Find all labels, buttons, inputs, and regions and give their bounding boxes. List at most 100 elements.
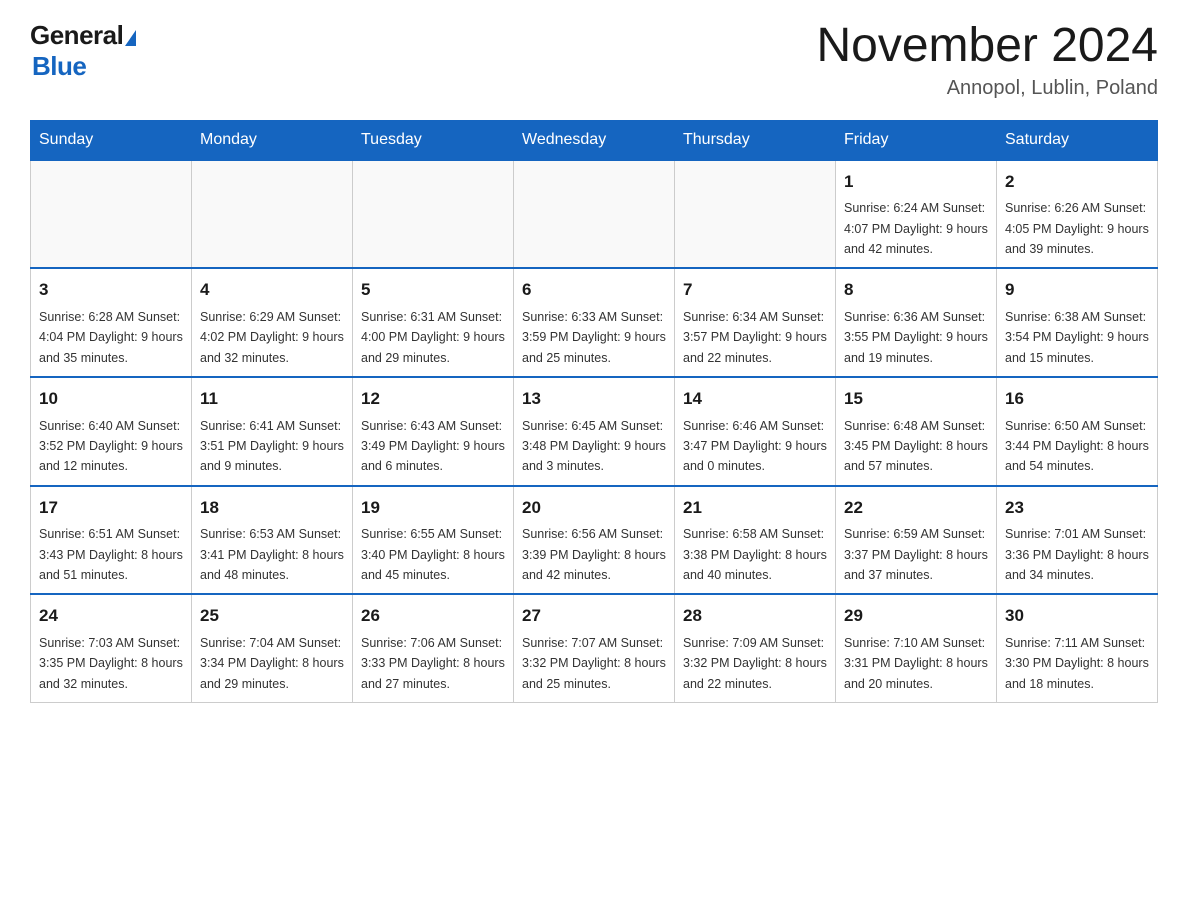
calendar-cell: 11 Sunrise: 6:41 AM Sunset: 3:51 PM Dayli…	[192, 377, 353, 486]
calendar-week-row: 17 Sunrise: 6:51 AM Sunset: 3:43 PM Dayli…	[31, 486, 1158, 595]
day-number: 2	[1005, 169, 1149, 195]
calendar-cell: 4 Sunrise: 6:29 AM Sunset: 4:02 PM Daylig…	[192, 268, 353, 377]
day-info: Sunrise: 6:38 AM Sunset: 3:54 PM Dayligh…	[1005, 310, 1149, 365]
weekday-header-wednesday: Wednesday	[514, 120, 675, 160]
day-number: 13	[522, 386, 666, 412]
calendar-cell: 8Sunrise: 6:36 AM Sunset: 3:55 PM Daylig…	[836, 268, 997, 377]
calendar-cell: 2Sunrise: 6:26 AM Sunset: 4:05 PM Daylig…	[997, 160, 1158, 269]
calendar-week-row: 10Sunrise: 6:40 AM Sunset: 3:52 PM Dayli…	[31, 377, 1158, 486]
day-info: Sunrise: 6:56 AM Sunset: 3:39 PM Dayligh…	[522, 527, 666, 582]
day-number: 20	[522, 495, 666, 521]
calendar-cell: 22Sunrise: 6:59 AM Sunset: 3:37 PM Dayli…	[836, 486, 997, 595]
logo-blue-text: Blue	[32, 51, 86, 82]
calendar-cell: 28 Sunrise: 7:09 AM Sunset: 3:32 PM Dayli…	[675, 594, 836, 702]
day-info: Sunrise: 7:03 AM Sunset: 3:35 PM Dayligh…	[39, 636, 183, 691]
calendar-cell: 19 Sunrise: 6:55 AM Sunset: 3:40 PM Dayli…	[353, 486, 514, 595]
day-number: 18	[200, 495, 344, 521]
title-block: November 2024 Annopol, Lublin, Poland	[816, 20, 1158, 100]
day-number: 4	[200, 277, 344, 303]
day-number: 23	[1005, 495, 1149, 521]
day-info: Sunrise: 7:09 AM Sunset: 3:32 PM Dayligh…	[683, 636, 827, 691]
logo: General Blue	[30, 20, 136, 82]
day-number: 24	[39, 603, 183, 629]
day-info: Sunrise: 6:28 AM Sunset: 4:04 PM Dayligh…	[39, 310, 183, 365]
calendar-week-row: 24 Sunrise: 7:03 AM Sunset: 3:35 PM Dayli…	[31, 594, 1158, 702]
day-info: Sunrise: 7:11 AM Sunset: 3:30 PM Dayligh…	[1005, 636, 1149, 691]
day-info: Sunrise: 6:41 AM Sunset: 3:51 PM Dayligh…	[200, 419, 344, 474]
calendar-cell: 3 Sunrise: 6:28 AM Sunset: 4:04 PM Daylig…	[31, 268, 192, 377]
calendar-cell: 7 Sunrise: 6:34 AM Sunset: 3:57 PM Daylig…	[675, 268, 836, 377]
day-info: Sunrise: 6:29 AM Sunset: 4:02 PM Dayligh…	[200, 310, 344, 365]
day-info: Sunrise: 6:33 AM Sunset: 3:59 PM Dayligh…	[522, 310, 666, 365]
calendar-cell: 12Sunrise: 6:43 AM Sunset: 3:49 PM Dayli…	[353, 377, 514, 486]
weekday-header-monday: Monday	[192, 120, 353, 160]
calendar-cell	[514, 160, 675, 269]
calendar-cell: 1Sunrise: 6:24 AM Sunset: 4:07 PM Daylig…	[836, 160, 997, 269]
weekday-header-saturday: Saturday	[997, 120, 1158, 160]
day-info: Sunrise: 6:58 AM Sunset: 3:38 PM Dayligh…	[683, 527, 827, 582]
day-info: Sunrise: 7:01 AM Sunset: 3:36 PM Dayligh…	[1005, 527, 1149, 582]
day-number: 27	[522, 603, 666, 629]
calendar-cell: 15 Sunrise: 6:48 AM Sunset: 3:45 PM Dayli…	[836, 377, 997, 486]
calendar-cell: 25 Sunrise: 7:04 AM Sunset: 3:34 PM Dayli…	[192, 594, 353, 702]
day-number: 17	[39, 495, 183, 521]
calendar-cell: 18 Sunrise: 6:53 AM Sunset: 3:41 PM Dayli…	[192, 486, 353, 595]
calendar-cell: 6 Sunrise: 6:33 AM Sunset: 3:59 PM Daylig…	[514, 268, 675, 377]
day-info: Sunrise: 6:34 AM Sunset: 3:57 PM Dayligh…	[683, 310, 827, 365]
day-number: 16	[1005, 386, 1149, 412]
day-info: Sunrise: 6:45 AM Sunset: 3:48 PM Dayligh…	[522, 419, 666, 474]
day-info: Sunrise: 6:55 AM Sunset: 3:40 PM Dayligh…	[361, 527, 505, 582]
day-number: 19	[361, 495, 505, 521]
day-number: 10	[39, 386, 183, 412]
calendar-table: SundayMondayTuesdayWednesdayThursdayFrid…	[30, 120, 1158, 703]
day-info: Sunrise: 7:07 AM Sunset: 3:32 PM Dayligh…	[522, 636, 666, 691]
calendar-cell: 17 Sunrise: 6:51 AM Sunset: 3:43 PM Dayli…	[31, 486, 192, 595]
day-info: Sunrise: 6:53 AM Sunset: 3:41 PM Dayligh…	[200, 527, 344, 582]
day-number: 28	[683, 603, 827, 629]
calendar-title: November 2024	[816, 20, 1158, 73]
day-number: 8	[844, 277, 988, 303]
weekday-header-sunday: Sunday	[31, 120, 192, 160]
calendar-cell: 27 Sunrise: 7:07 AM Sunset: 3:32 PM Dayli…	[514, 594, 675, 702]
calendar-subtitle: Annopol, Lublin, Poland	[816, 77, 1158, 100]
calendar-cell: 26Sunrise: 7:06 AM Sunset: 3:33 PM Dayli…	[353, 594, 514, 702]
day-number: 14	[683, 386, 827, 412]
day-number: 30	[1005, 603, 1149, 629]
calendar-cell: 16 Sunrise: 6:50 AM Sunset: 3:44 PM Dayli…	[997, 377, 1158, 486]
page-header: General Blue November 2024 Annopol, Lubl…	[30, 20, 1158, 100]
day-info: Sunrise: 7:10 AM Sunset: 3:31 PM Dayligh…	[844, 636, 988, 691]
day-number: 3	[39, 277, 183, 303]
day-info: Sunrise: 6:51 AM Sunset: 3:43 PM Dayligh…	[39, 527, 183, 582]
day-number: 25	[200, 603, 344, 629]
day-number: 29	[844, 603, 988, 629]
calendar-cell: 24 Sunrise: 7:03 AM Sunset: 3:35 PM Dayli…	[31, 594, 192, 702]
day-info: Sunrise: 6:50 AM Sunset: 3:44 PM Dayligh…	[1005, 419, 1149, 474]
weekday-header-friday: Friday	[836, 120, 997, 160]
calendar-cell	[31, 160, 192, 269]
day-info: Sunrise: 7:06 AM Sunset: 3:33 PM Dayligh…	[361, 636, 505, 691]
day-number: 21	[683, 495, 827, 521]
calendar-cell: 13 Sunrise: 6:45 AM Sunset: 3:48 PM Dayli…	[514, 377, 675, 486]
calendar-cell	[353, 160, 514, 269]
calendar-cell: 9Sunrise: 6:38 AM Sunset: 3:54 PM Daylig…	[997, 268, 1158, 377]
day-info: Sunrise: 6:48 AM Sunset: 3:45 PM Dayligh…	[844, 419, 988, 474]
day-number: 5	[361, 277, 505, 303]
weekday-header-thursday: Thursday	[675, 120, 836, 160]
day-info: Sunrise: 7:04 AM Sunset: 3:34 PM Dayligh…	[200, 636, 344, 691]
calendar-cell: 20 Sunrise: 6:56 AM Sunset: 3:39 PM Dayli…	[514, 486, 675, 595]
calendar-cell: 30 Sunrise: 7:11 AM Sunset: 3:30 PM Dayli…	[997, 594, 1158, 702]
calendar-cell: 23 Sunrise: 7:01 AM Sunset: 3:36 PM Dayli…	[997, 486, 1158, 595]
day-number: 11	[200, 386, 344, 412]
calendar-cell: 5 Sunrise: 6:31 AM Sunset: 4:00 PM Daylig…	[353, 268, 514, 377]
day-info: Sunrise: 6:46 AM Sunset: 3:47 PM Dayligh…	[683, 419, 827, 474]
day-info: Sunrise: 6:24 AM Sunset: 4:07 PM Dayligh…	[844, 201, 988, 256]
weekday-header-row: SundayMondayTuesdayWednesdayThursdayFrid…	[31, 120, 1158, 160]
day-number: 7	[683, 277, 827, 303]
calendar-cell	[675, 160, 836, 269]
day-info: Sunrise: 6:31 AM Sunset: 4:00 PM Dayligh…	[361, 310, 505, 365]
day-number: 12	[361, 386, 505, 412]
logo-general-text: General	[30, 20, 123, 51]
day-number: 6	[522, 277, 666, 303]
calendar-week-row: 3 Sunrise: 6:28 AM Sunset: 4:04 PM Daylig…	[31, 268, 1158, 377]
day-number: 15	[844, 386, 988, 412]
